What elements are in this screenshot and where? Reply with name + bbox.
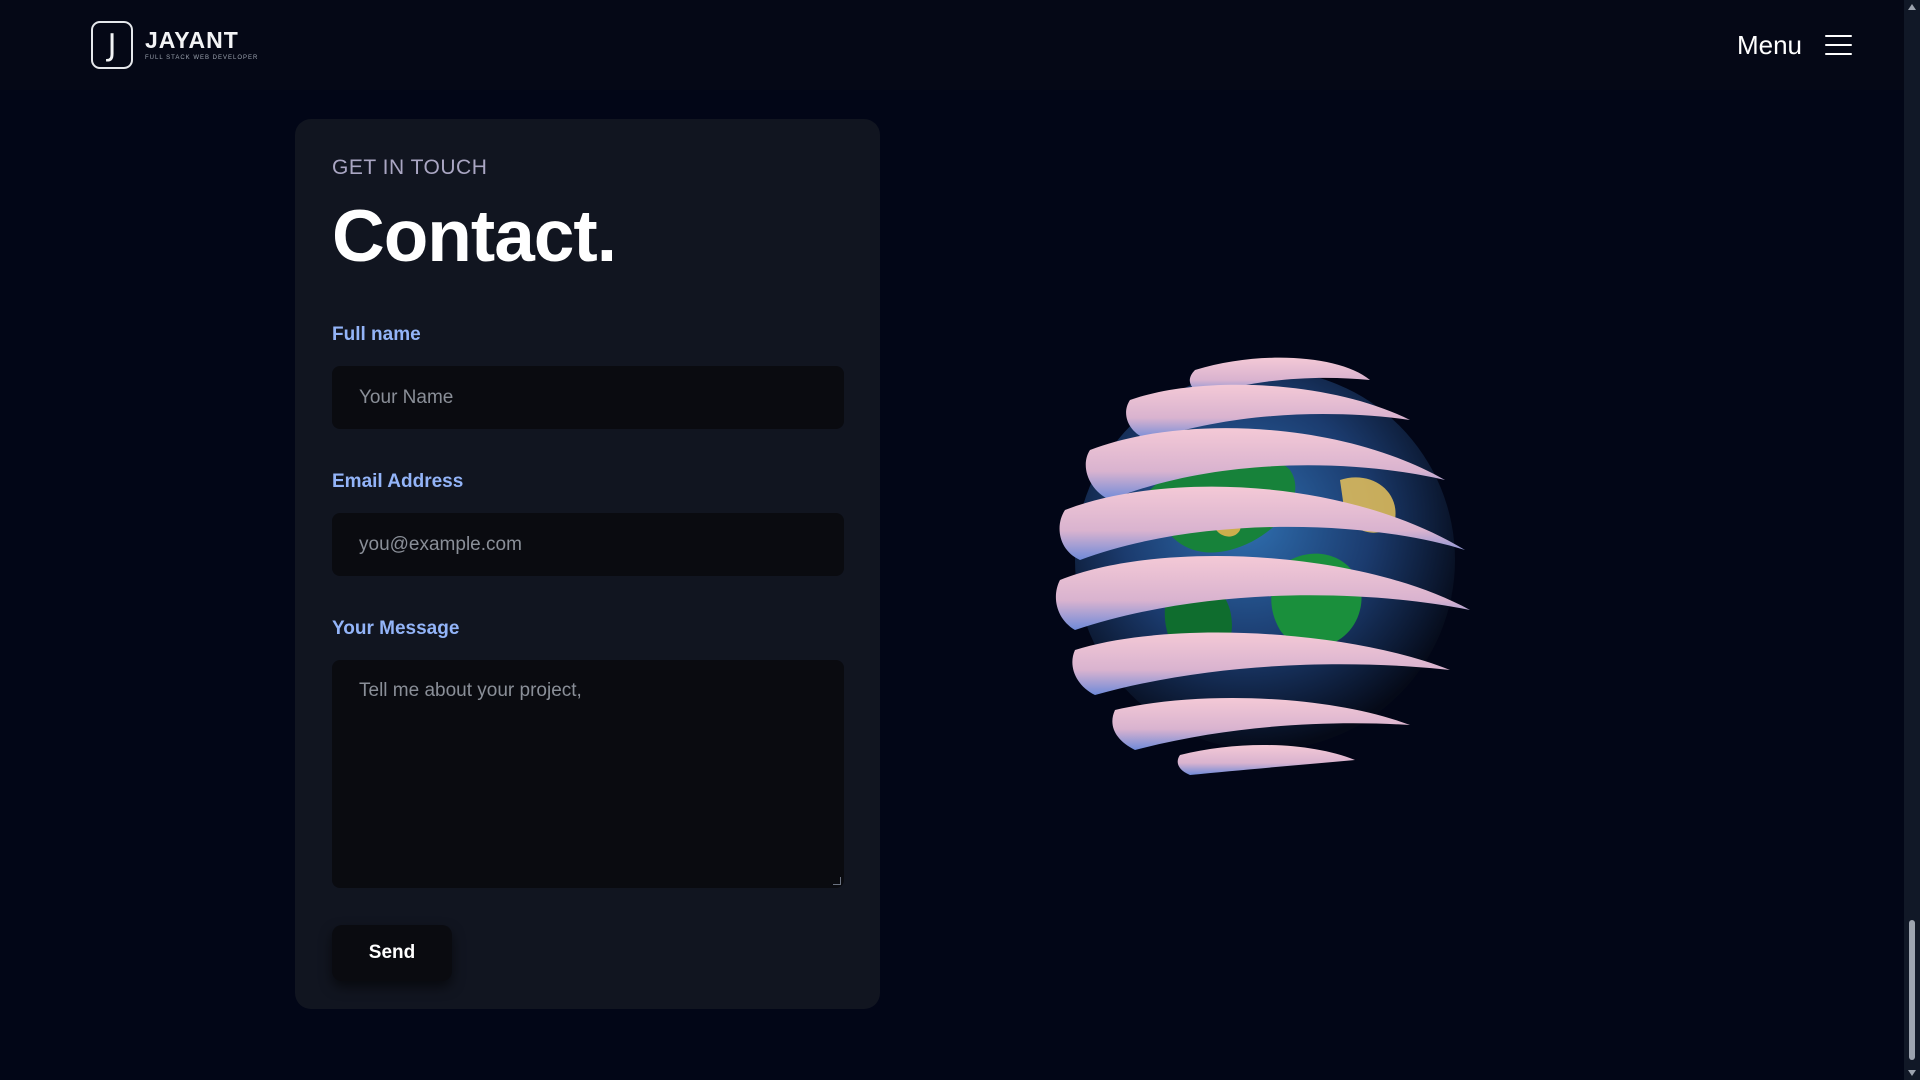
resize-handle-icon[interactable] — [833, 877, 841, 885]
globe-illustration — [1055, 357, 1470, 775]
menu-button[interactable]: Menu — [1737, 30, 1852, 61]
email-label: Email Address — [332, 471, 464, 492]
scroll-thumb[interactable] — [1909, 920, 1915, 1060]
message-field-wrapper — [332, 660, 844, 888]
message-field[interactable] — [332, 660, 844, 888]
brand-name: JAYANT — [145, 27, 239, 53]
email-field[interactable] — [332, 513, 844, 576]
page-scrollbar[interactable] — [1904, 0, 1920, 1080]
logo-icon: J — [91, 21, 133, 69]
brand-logo-link[interactable]: J JAYANT FULL STACK WEB DEVELOPER — [91, 21, 258, 69]
contact-card: GET IN TOUCH Contact. Full name Email Ad… — [295, 119, 880, 1009]
brand-text: JAYANT FULL STACK WEB DEVELOPER — [145, 27, 259, 62]
earth-globe-icon[interactable] — [1040, 340, 1490, 780]
hamburger-icon[interactable] — [1825, 35, 1852, 55]
name-field[interactable] — [332, 366, 844, 429]
name-label: Full name — [332, 324, 421, 345]
scroll-down-icon[interactable] — [1908, 1070, 1916, 1076]
menu-label: Menu — [1736, 29, 1802, 60]
send-button[interactable]: Send — [332, 925, 452, 981]
brand-tagline: FULL STACK WEB DEVELOPER — [145, 55, 259, 61]
section-eyebrow: GET IN TOUCH — [332, 156, 488, 179]
page-title: Contact. — [332, 196, 617, 277]
contact-page: J JAYANT FULL STACK WEB DEVELOPER Menu G… — [0, 0, 1920, 1080]
logo-initial: J — [107, 27, 117, 63]
contact-form: Full name Email Address Your Message Sen… — [332, 324, 844, 981]
top-navbar: J JAYANT FULL STACK WEB DEVELOPER Menu — [0, 0, 1904, 90]
message-label: Your Message — [332, 618, 460, 639]
scroll-up-icon[interactable] — [1908, 4, 1916, 10]
